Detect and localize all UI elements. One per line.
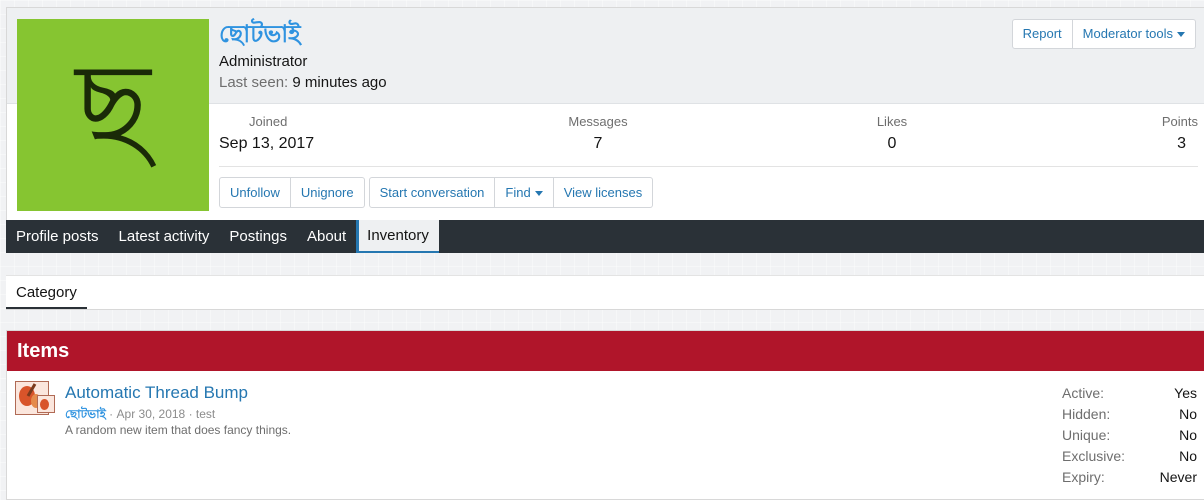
member-stats: Joined Sep 13, 2017 Messages 7 Likes 0 P… xyxy=(219,114,1198,167)
avatar[interactable]: ছ xyxy=(17,19,209,211)
tab-profile-posts[interactable]: Profile posts xyxy=(6,220,109,253)
start-conversation-button[interactable]: Start conversation xyxy=(368,177,496,208)
last-seen-value: 9 minutes ago xyxy=(292,74,387,91)
item-small-icon xyxy=(37,395,55,413)
stat-joined-value: Sep 13, 2017 xyxy=(219,135,315,152)
last-seen-label: Last seen: xyxy=(219,74,289,91)
username-link[interactable]: ছোটভাই xyxy=(219,16,301,56)
stat-points[interactable]: Points 3 xyxy=(1162,114,1198,153)
prop-label: Hidden: xyxy=(1062,406,1111,422)
follow-group: Unfollow Unignore xyxy=(219,177,365,208)
prop-value: Never xyxy=(1159,469,1197,485)
prop-unique: Unique: No xyxy=(1062,425,1197,446)
stat-likes: Likes 0 xyxy=(877,114,907,153)
prop-exclusive: Exclusive: No xyxy=(1062,446,1197,467)
prop-value: No xyxy=(1179,427,1197,443)
item-category: test xyxy=(195,407,216,421)
stat-messages[interactable]: Messages 7 xyxy=(568,114,627,153)
tab-inventory[interactable]: Inventory xyxy=(356,220,439,253)
item-title-link[interactable]: Automatic Thread Bump xyxy=(65,383,248,403)
moderator-tools-label: Moderator tools xyxy=(1082,26,1173,41)
tab-postings[interactable]: Postings xyxy=(219,220,297,253)
stat-messages-label: Messages xyxy=(568,114,628,129)
unfollow-button[interactable]: Unfollow xyxy=(219,177,291,208)
chevron-down-icon xyxy=(1177,32,1185,38)
prop-label: Unique: xyxy=(1062,427,1111,443)
prop-hidden: Hidden: No xyxy=(1062,404,1197,425)
profile-tabs: Profile posts Latest activity Postings A… xyxy=(6,220,1204,253)
item-description: A random new item that does fancy things… xyxy=(65,423,292,437)
items-heading: Items xyxy=(7,331,1204,371)
prop-active: Active: Yes xyxy=(1062,383,1197,404)
item-date: Apr 30, 2018 xyxy=(116,407,186,421)
guitar-small-icon xyxy=(40,399,49,410)
view-licenses-button[interactable]: View licenses xyxy=(553,177,654,208)
stat-points-label: Points xyxy=(1161,114,1198,129)
meta-separator: · xyxy=(188,407,196,421)
prop-value: No xyxy=(1179,406,1197,422)
find-label: Find xyxy=(505,185,531,200)
item-author-link[interactable]: ছোটভাই xyxy=(65,407,106,421)
last-seen: Last seen: 9 minutes ago xyxy=(219,74,387,91)
meta-separator: · xyxy=(109,407,117,421)
find-button[interactable]: Find xyxy=(495,177,554,208)
moderator-tools-button[interactable]: Moderator tools xyxy=(1072,19,1196,49)
stat-joined-label: Joined xyxy=(249,114,288,129)
member-header: ছ ছোটভাই Administrator Last seen: 9 minu… xyxy=(6,7,1204,221)
chevron-down-icon xyxy=(534,191,543,197)
member-actions: Unfollow Unignore Start conversation Fin… xyxy=(219,177,657,208)
category-bar: Category xyxy=(6,275,1204,310)
prop-expiry: Expiry: Never xyxy=(1062,467,1197,488)
tab-about[interactable]: About xyxy=(297,220,356,253)
prop-label: Active: xyxy=(1062,385,1105,401)
stat-likes-label: Likes xyxy=(876,114,908,129)
action-group: Start conversation Find View licenses xyxy=(368,177,654,208)
prop-value: Yes xyxy=(1174,385,1197,401)
user-title: Administrator xyxy=(219,53,308,70)
tab-latest-activity[interactable]: Latest activity xyxy=(109,220,220,253)
report-button[interactable]: Report xyxy=(1011,19,1073,49)
item-properties: Active: Yes Hidden: No Unique: No Exclus… xyxy=(1062,383,1197,488)
stat-messages-value: 7 xyxy=(593,135,603,152)
prop-label: Expiry: xyxy=(1062,469,1105,485)
prop-value: No xyxy=(1179,448,1197,464)
tab-category[interactable]: Category xyxy=(6,276,87,309)
items-block: Items Automatic Thread Bump ছোটভাই · Apr… xyxy=(6,330,1204,500)
stat-joined: Joined Sep 13, 2017 xyxy=(219,114,314,153)
stat-likes-value: 0 xyxy=(887,135,897,152)
header-buttons: Report Moderator tools xyxy=(1011,19,1196,49)
prop-label: Exclusive: xyxy=(1062,448,1126,464)
unignore-button[interactable]: Unignore xyxy=(290,177,365,208)
list-item: Automatic Thread Bump ছোটভাই · Apr 30, 2… xyxy=(7,371,1204,499)
stat-points-value: 3 xyxy=(1177,135,1186,152)
